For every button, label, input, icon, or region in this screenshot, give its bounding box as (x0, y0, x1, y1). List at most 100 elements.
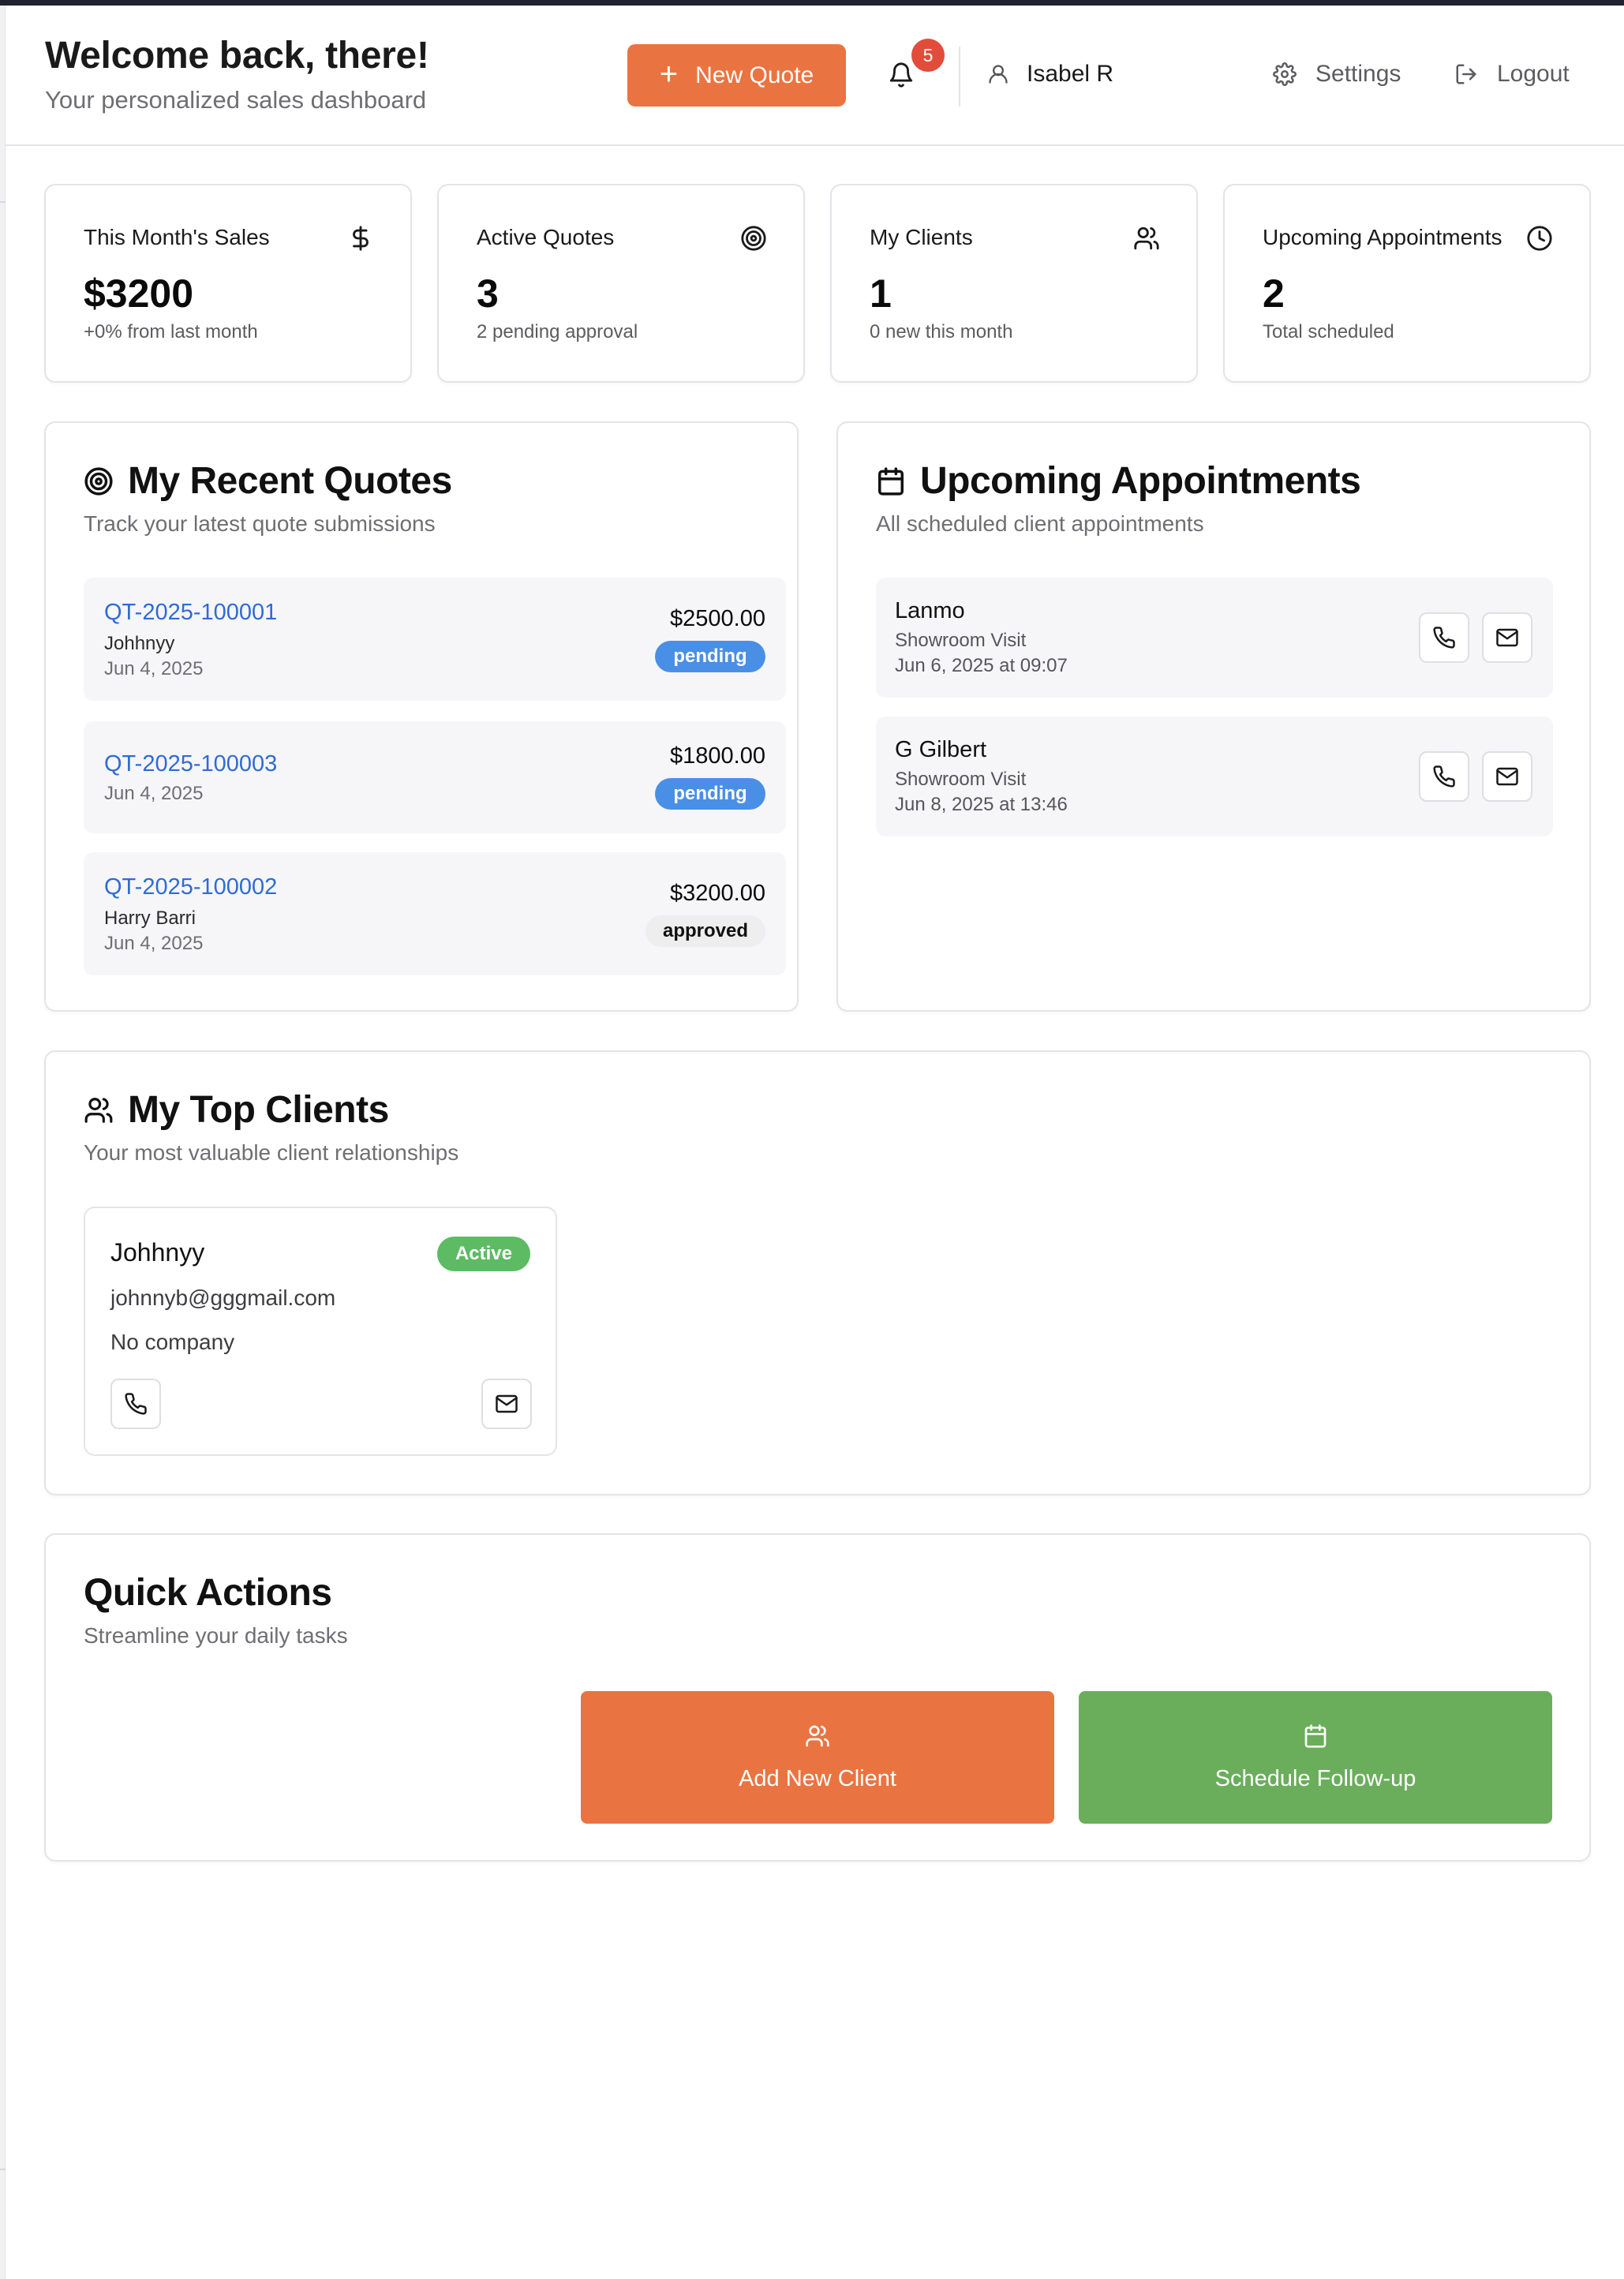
top-clients-panel: My Top Clients Your most valuable client… (44, 1050, 1591, 1495)
stat-value: 3 (477, 271, 499, 316)
appointment-type: Showroom Visit (895, 630, 1027, 651)
mail-icon (496, 1394, 518, 1413)
call-button[interactable] (110, 1379, 161, 1429)
page-subtitle: Your personalized sales dashboard (45, 86, 427, 114)
client-card[interactable]: Johhnyy Active johnnyb@gggmail.com No co… (84, 1207, 557, 1456)
quick-actions-title: Quick Actions (84, 1571, 332, 1615)
appointments-title: Upcoming Appointments (876, 459, 1361, 503)
header-divider (959, 47, 960, 107)
stat-value: 2 (1263, 271, 1285, 316)
email-button[interactable] (1482, 751, 1532, 802)
calendar-icon (878, 466, 904, 496)
user-icon (989, 65, 1008, 84)
client-name: Johhnyy (110, 1238, 205, 1267)
window-top-bar (0, 0, 1624, 6)
quote-amount: $3200.00 (670, 881, 765, 906)
section-subtitle: Your most valuable client relationships (84, 1140, 459, 1165)
stat-value: $3200 (84, 271, 194, 316)
user-menu[interactable]: Isabel R (987, 61, 1113, 88)
appointment-datetime: Jun 6, 2025 at 09:07 (895, 655, 1068, 676)
new-quote-button[interactable]: + New Quote (627, 44, 846, 107)
appointment-row[interactable]: Lanmo Showroom Visit Jun 6, 2025 at 09:0… (876, 578, 1553, 698)
schedule-follow-up-button[interactable]: Schedule Follow-up (1079, 1691, 1552, 1824)
stat-subtext: 0 new this month (870, 321, 1013, 342)
quote-amount: $1800.00 (670, 743, 765, 769)
clock-icon (1526, 225, 1553, 252)
quote-row[interactable]: QT-2025-100003 Jun 4, 2025 $1800.00 pend… (84, 721, 786, 833)
stat-value: 1 (870, 271, 892, 316)
quote-row[interactable]: QT-2025-100001 Johhnyy Jun 4, 2025 $2500… (84, 578, 786, 701)
top-clients-title: My Top Clients (84, 1088, 389, 1132)
stat-subtext: Total scheduled (1263, 321, 1394, 342)
sidebar-edge-divider (0, 2169, 6, 2170)
phone-icon (1433, 765, 1455, 788)
quick-actions-panel: Quick Actions Streamline your daily task… (44, 1533, 1591, 1862)
notification-count-badge: 5 (911, 39, 945, 72)
stat-subtext: 2 pending approval (477, 321, 638, 342)
quote-row[interactable]: QT-2025-100002 Harry Barri Jun 4, 2025 $… (84, 852, 786, 975)
sidebar-edge (0, 6, 6, 2279)
appointment-client-name: Lanmo (895, 598, 965, 623)
new-quote-label: New Quote (695, 62, 814, 88)
dollar-icon (347, 225, 374, 252)
mail-icon (1496, 628, 1518, 647)
call-button[interactable] (1419, 612, 1469, 663)
quote-id-link[interactable]: QT-2025-100002 (104, 874, 277, 900)
settings-label: Settings (1315, 61, 1401, 87)
appointment-client-name: G Gilbert (895, 737, 987, 762)
stat-card-active-quotes: Active Quotes 3 2 pending approval (437, 184, 805, 383)
target-icon (740, 225, 767, 252)
stat-title: This Month's Sales (84, 225, 270, 249)
section-title-text: Upcoming Appointments (920, 460, 1361, 502)
section-title-text: My Recent Quotes (128, 460, 452, 502)
client-company: No company (110, 1330, 235, 1354)
quote-id-link[interactable]: QT-2025-100001 (104, 600, 277, 626)
recent-quotes-panel: My Recent Quotes Track your latest quote… (44, 421, 799, 1012)
bell-icon (889, 62, 913, 88)
plus-icon: + (659, 56, 679, 92)
logout-icon (1456, 64, 1476, 84)
quote-client: Harry Barri (104, 907, 196, 929)
appointment-row[interactable]: G Gilbert Showroom Visit Jun 8, 2025 at … (876, 717, 1553, 836)
schedule-follow-up-label: Schedule Follow-up (1214, 1765, 1416, 1791)
quote-client: Johhnyy (104, 633, 175, 654)
stat-title: My Clients (870, 225, 973, 249)
dashboard-header: Welcome back, there! Your personalized s… (6, 6, 1624, 146)
user-name: Isabel R (1027, 61, 1114, 87)
stat-card-sales: This Month's Sales $3200 +0% from last m… (44, 184, 412, 383)
gear-icon (1273, 62, 1297, 86)
settings-button[interactable]: Settings (1273, 61, 1401, 88)
logout-label: Logout (1497, 61, 1570, 87)
phone-icon (1433, 627, 1455, 649)
section-subtitle: Streamline your daily tasks (84, 1623, 348, 1648)
status-badge: Active (437, 1237, 530, 1271)
section-title-text: My Top Clients (128, 1089, 389, 1131)
appointment-type: Showroom Visit (895, 769, 1027, 790)
users-icon (84, 1097, 113, 1123)
status-badge: pending (655, 641, 765, 672)
users-icon (1133, 225, 1160, 252)
calendar-icon (1304, 1723, 1327, 1748)
email-button[interactable] (1482, 612, 1532, 663)
call-button[interactable] (1419, 751, 1469, 802)
quote-amount: $2500.00 (670, 606, 765, 631)
appointment-datetime: Jun 8, 2025 at 13:46 (895, 794, 1068, 815)
section-subtitle: Track your latest quote submissions (84, 511, 436, 536)
logout-button[interactable]: Logout (1454, 61, 1570, 88)
stat-title: Active Quotes (477, 225, 615, 249)
users-icon (806, 1725, 829, 1746)
mail-icon (1496, 767, 1518, 786)
quote-date: Jun 4, 2025 (104, 658, 204, 679)
quote-date: Jun 4, 2025 (104, 933, 204, 954)
target-icon (84, 466, 113, 496)
quote-id-link[interactable]: QT-2025-100003 (104, 751, 277, 777)
stat-subtext: +0% from last month (84, 321, 258, 342)
stat-title: Upcoming Appointments (1263, 225, 1502, 249)
recent-quotes-title: My Recent Quotes (84, 459, 452, 503)
status-badge: approved (645, 915, 765, 947)
add-new-client-button[interactable]: Add New Client (581, 1691, 1054, 1824)
sidebar-edge-divider (0, 201, 6, 203)
email-button[interactable] (481, 1379, 532, 1429)
stat-card-my-clients: My Clients 1 0 new this month (830, 184, 1198, 383)
page-title: Welcome back, there! (45, 35, 429, 77)
